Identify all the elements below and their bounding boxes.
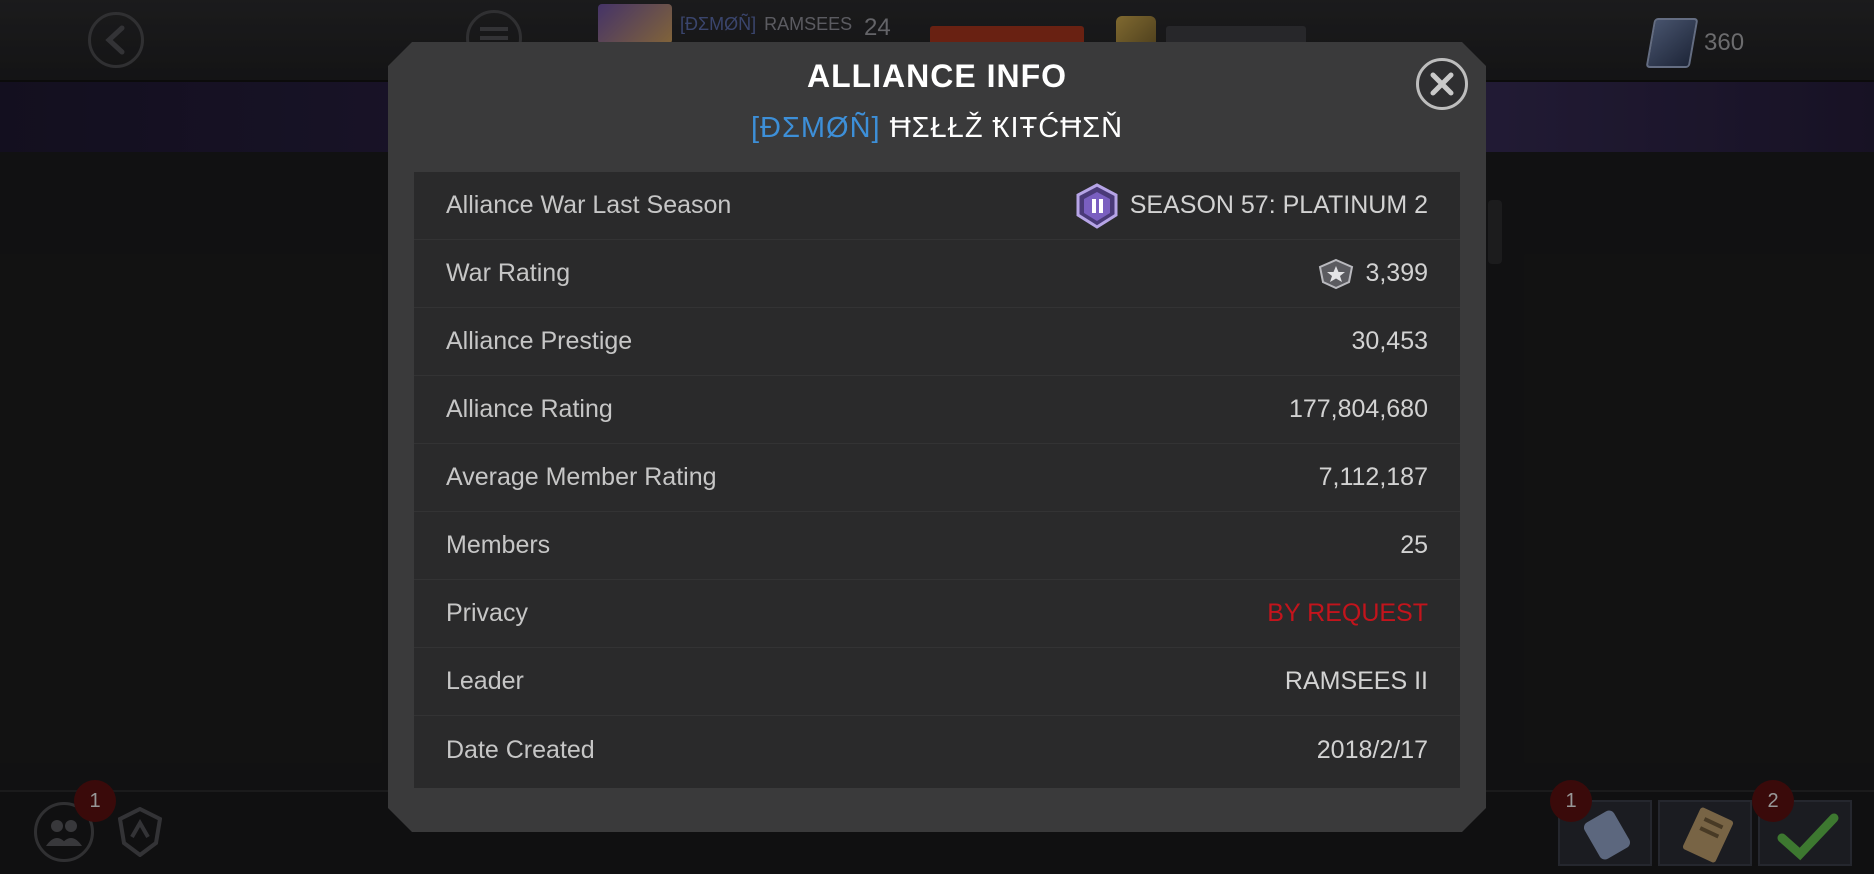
- row-value: 3,399: [1365, 259, 1428, 287]
- modal-title: ALLIANCE INFO: [806, 58, 1068, 94]
- row-value-container: SEASON 57: PLATINUM 2: [1074, 182, 1428, 229]
- row-value: RAMSEES II: [1284, 667, 1428, 695]
- alliance-tag: [ÐΣMØÑ]: [750, 112, 881, 144]
- row-value: 25: [1400, 531, 1428, 559]
- row-value-container: 3,399: [1317, 258, 1428, 290]
- row-label: Leader: [446, 667, 524, 695]
- info-row-members: Members 25: [414, 512, 1460, 580]
- alliance-name-text: ĦΣŁŁŽ ҞIŦĆĦΣŇ: [889, 112, 1124, 144]
- platinum-tier-icon: [1076, 182, 1118, 229]
- row-value: 2018/2/17: [1316, 735, 1428, 764]
- info-row-privacy: Privacy BY REQUEST: [414, 580, 1460, 648]
- row-label: War Rating: [446, 259, 571, 287]
- close-icon: [1430, 72, 1454, 96]
- info-row-war-season: Alliance War Last Season SEASON 57: PLAT…: [414, 172, 1460, 240]
- row-value: BY REQUEST: [1267, 599, 1428, 627]
- row-value: 30,453: [1351, 327, 1428, 355]
- info-row-war-rating: War Rating 3,399: [414, 240, 1460, 308]
- row-label: Alliance War Last Season: [446, 191, 732, 219]
- alliance-name: [ÐΣMØÑ] ĦΣŁŁŽ ҞIŦĆĦΣŇ: [0, 112, 1874, 145]
- row-label: Privacy: [446, 599, 528, 627]
- close-button[interactable]: [1416, 58, 1468, 110]
- war-rating-icon: [1319, 258, 1354, 289]
- row-label: Alliance Prestige: [446, 327, 633, 355]
- info-row-average-rating: Average Member Rating 7,112,187: [414, 444, 1460, 512]
- row-label: Average Member Rating: [446, 463, 717, 491]
- row-value: SEASON 57: PLATINUM 2: [1129, 191, 1428, 219]
- alliance-info-table: Alliance War Last Season SEASON 57: PLAT…: [414, 172, 1460, 788]
- info-row-prestige: Alliance Prestige 30,453: [414, 308, 1460, 376]
- row-value: 177,804,680: [1288, 395, 1428, 423]
- info-row-date-created: Date Created 2018/2/17: [414, 716, 1460, 784]
- info-row-alliance-rating: Alliance Rating 177,804,680: [414, 376, 1460, 444]
- row-label: Alliance Rating: [446, 395, 613, 423]
- info-row-leader: Leader RAMSEES II: [414, 648, 1460, 716]
- row-label: Date Created: [446, 735, 595, 764]
- row-value: 7,112,187: [1318, 463, 1428, 491]
- row-label: Members: [446, 531, 551, 559]
